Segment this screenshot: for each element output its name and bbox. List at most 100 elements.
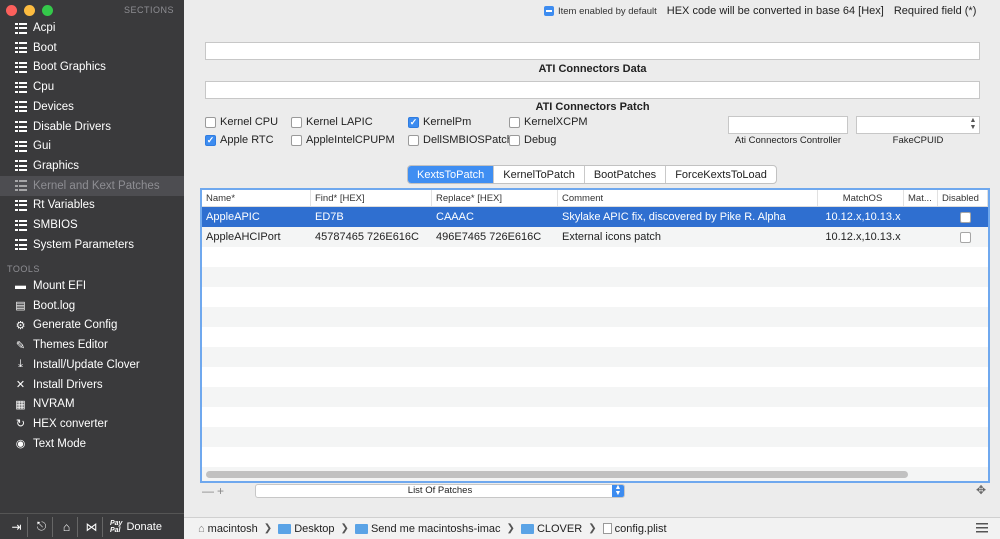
empty-table-row[interactable] [202,387,988,407]
checkbox-box[interactable] [408,116,419,128]
exit-icon: ⎋ [36,519,47,533]
export-button[interactable]: ⇥ [6,516,28,537]
checkbox-box[interactable] [408,134,419,146]
logout-button[interactable]: ⎋ [31,516,53,537]
sidebar-item-rt-variables[interactable]: Rt Variables [0,195,184,215]
empty-table-row[interactable] [202,267,988,287]
table-row[interactable]: AppleAHCIPort 45787465 726E616C 496E7465 7… [202,227,988,247]
cell-find[interactable]: ED7B [311,207,432,227]
ati-connectors-data-field[interactable] [205,42,980,60]
cell-name[interactable]: AppleAPIC [202,207,311,227]
cell-comment[interactable]: Skylake APIC fix, discovered by Pike R. … [558,207,818,227]
column-header[interactable]: Name* [202,190,311,206]
empty-table-row[interactable] [202,407,988,427]
sidebar-item-graphics[interactable]: Graphics [0,156,184,176]
empty-table-row[interactable] [202,327,988,347]
ati-connectors-controller-field[interactable] [728,116,848,134]
tab-bootpatches[interactable]: BootPatches [585,166,667,183]
empty-table-row[interactable] [202,427,988,447]
cell-find[interactable]: 45787465 726E616C [311,227,432,247]
minimize-window-button[interactable] [24,5,35,16]
checkbox-debug[interactable]: Debug [509,134,556,146]
cell-mat[interactable] [904,207,938,227]
path-crumb-clover[interactable]: CLOVER [520,523,582,535]
menu-icon[interactable] [976,523,988,533]
cell-comment[interactable]: External icons patch [558,227,818,247]
sidebar-item-disable-drivers[interactable]: Disable Drivers [0,117,184,137]
empty-table-row[interactable] [202,287,988,307]
column-header[interactable]: Disabled [938,190,988,206]
move-icon[interactable]: ✥ [976,483,986,497]
sidebar-item-system-parameters[interactable]: System Parameters [0,235,184,255]
disabled-checkbox[interactable] [959,231,971,243]
share-button[interactable]: ⋈ [81,516,103,537]
close-window-button[interactable] [6,5,17,16]
empty-table-row[interactable] [202,347,988,367]
cell-name[interactable]: AppleAHCIPort [202,227,311,247]
tool-item-hex-converter[interactable]: ↻ HEX converter [0,414,184,434]
checkbox-kernelpm[interactable]: KernelPm [408,116,471,128]
checkbox-appleintelcpupm[interactable]: AppleIntelCPUPM [291,134,395,146]
checkbox-kernelxcpm[interactable]: KernelXCPM [509,116,588,128]
tab-forcekextstoload[interactable]: ForceKextsToLoad [666,166,776,183]
tool-item-generate-config[interactable]: ⚙ Generate Config [0,315,184,335]
tab-kextstopatch[interactable]: KextsToPatch [408,166,495,183]
column-header[interactable]: MatchOS [818,190,904,206]
path-crumb-desktop[interactable]: Desktop [278,523,335,535]
sidebar-item-smbios[interactable]: SMBIOS [0,215,184,235]
checkbox-box[interactable] [205,134,216,146]
home-button[interactable]: ⌂ [56,516,78,537]
cell-replace[interactable]: 496E7465 726E616C [432,227,558,247]
column-header[interactable]: Find* [HEX] [311,190,432,206]
tool-item-nvram[interactable]: ▦ NVRAM [0,394,184,414]
sidebar-item-acpi[interactable]: Acpi [0,18,184,38]
donate-button[interactable]: Pay Pal Donate [110,520,162,534]
tool-item-boot-log[interactable]: ▤ Boot.log [0,296,184,316]
empty-table-row[interactable] [202,307,988,327]
horizontal-scrollbar[interactable] [206,471,908,478]
table-row[interactable]: AppleAPIC ED7B CAAAC Skylake APIC fix, disc… [202,207,988,227]
checkbox-box[interactable] [205,116,216,128]
tool-item-install-drivers[interactable]: ✕ Install Drivers [0,375,184,395]
add-remove-buttons[interactable]: —+ [202,484,227,498]
checkbox-dellsmbiospatch[interactable]: DellSMBIOSPatch [408,134,513,146]
checkbox-box[interactable] [509,116,520,128]
cell-matchos[interactable]: 10.12.x,10.13.x [818,227,904,247]
column-header[interactable]: Comment [558,190,818,206]
cell-mat[interactable] [904,227,938,247]
column-header[interactable]: Replace* [HEX] [432,190,558,206]
path-crumb-folder[interactable]: Send me macintoshs-imac [354,523,501,535]
sidebar-item-kernel-and-kext-patches[interactable]: Kernel and Kext Patches [0,175,184,196]
tool-item-themes-editor[interactable]: ✎ Themes Editor [0,335,184,355]
sidebar-item-devices[interactable]: Devices [0,97,184,117]
path-crumb-file[interactable]: config.plist [602,523,667,535]
empty-table-row[interactable] [202,447,988,467]
eye-icon: ◉ [15,438,26,451]
disabled-checkbox[interactable] [959,211,971,223]
checkbox-apple-rtc[interactable]: Apple RTC [205,134,274,146]
sidebar-item-cpu[interactable]: Cpu [0,77,184,97]
cell-matchos[interactable]: 10.12.x,10.13.x [818,207,904,227]
fakecpuid-stepper-icon[interactable]: ▲ ▼ [968,117,978,131]
sidebar-item-boot[interactable]: Boot [0,38,184,58]
empty-table-row[interactable] [202,247,988,267]
checkbox-box[interactable] [291,116,302,128]
checkbox-box[interactable] [291,134,302,146]
tool-item-install-update-clover[interactable]: ⤓ Install/Update Clover [0,355,184,375]
ati-connectors-patch-field[interactable] [205,81,980,99]
empty-table-row[interactable] [202,367,988,387]
column-header[interactable]: Mat... [904,190,938,206]
path-crumb-disk[interactable]: ⌂ macintosh [198,523,258,535]
sidebar-item-boot-graphics[interactable]: Boot Graphics [0,57,184,77]
tab-kerneltopatch[interactable]: KernelToPatch [494,166,585,183]
checkbox-kernel-lapic[interactable]: Kernel LAPIC [291,116,373,128]
fakecpuid-field[interactable] [856,116,980,134]
tool-item-mount-efi[interactable]: ▬ Mount EFI [0,276,184,296]
list-of-patches-select[interactable]: List Of Patches ▲ ▼ [255,484,625,498]
sidebar-item-gui[interactable]: Gui [0,136,184,156]
zoom-window-button[interactable] [42,5,53,16]
checkbox-kernel-cpu[interactable]: Kernel CPU [205,116,278,128]
checkbox-box[interactable] [509,134,520,146]
cell-replace[interactable]: CAAAC [432,207,558,227]
tool-item-text-mode[interactable]: ◉ Text Mode [0,434,184,454]
